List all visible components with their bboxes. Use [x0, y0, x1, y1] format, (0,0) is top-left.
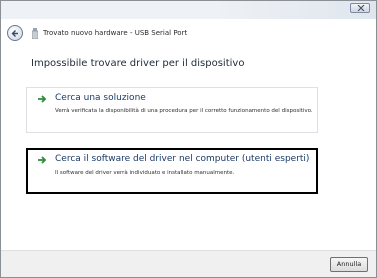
close-button[interactable] — [350, 3, 370, 13]
option-browse-driver[interactable]: Cerca il software del driver nel compute… — [26, 148, 318, 194]
cancel-button[interactable]: Annulla — [330, 257, 368, 272]
wizard-window: Trovato nuovo hardware - USB Serial Port… — [0, 0, 377, 278]
option-title: Cerca il software del driver nel compute… — [55, 154, 310, 164]
back-arrow-icon — [11, 30, 18, 37]
option-description: Verrà verificata la disponibilità di una… — [55, 108, 313, 114]
green-arrow-icon — [38, 156, 47, 164]
wizard-header: Trovato nuovo hardware - USB Serial Port — [1, 19, 376, 47]
wizard-footer: Annulla — [1, 250, 376, 277]
option-search-solution[interactable]: Cerca una soluzione Verrà verificata la … — [26, 87, 318, 133]
close-icon — [357, 5, 365, 11]
page-heading: Impossibile trovare driver per il dispos… — [31, 58, 245, 69]
back-button[interactable] — [7, 25, 23, 41]
option-description: Il software del driver verrà individuato… — [55, 170, 235, 176]
hardware-icon — [32, 28, 38, 39]
green-arrow-icon — [38, 95, 47, 103]
header-title: Trovato nuovo hardware - USB Serial Port — [43, 29, 188, 37]
option-title: Cerca una soluzione — [55, 93, 146, 103]
